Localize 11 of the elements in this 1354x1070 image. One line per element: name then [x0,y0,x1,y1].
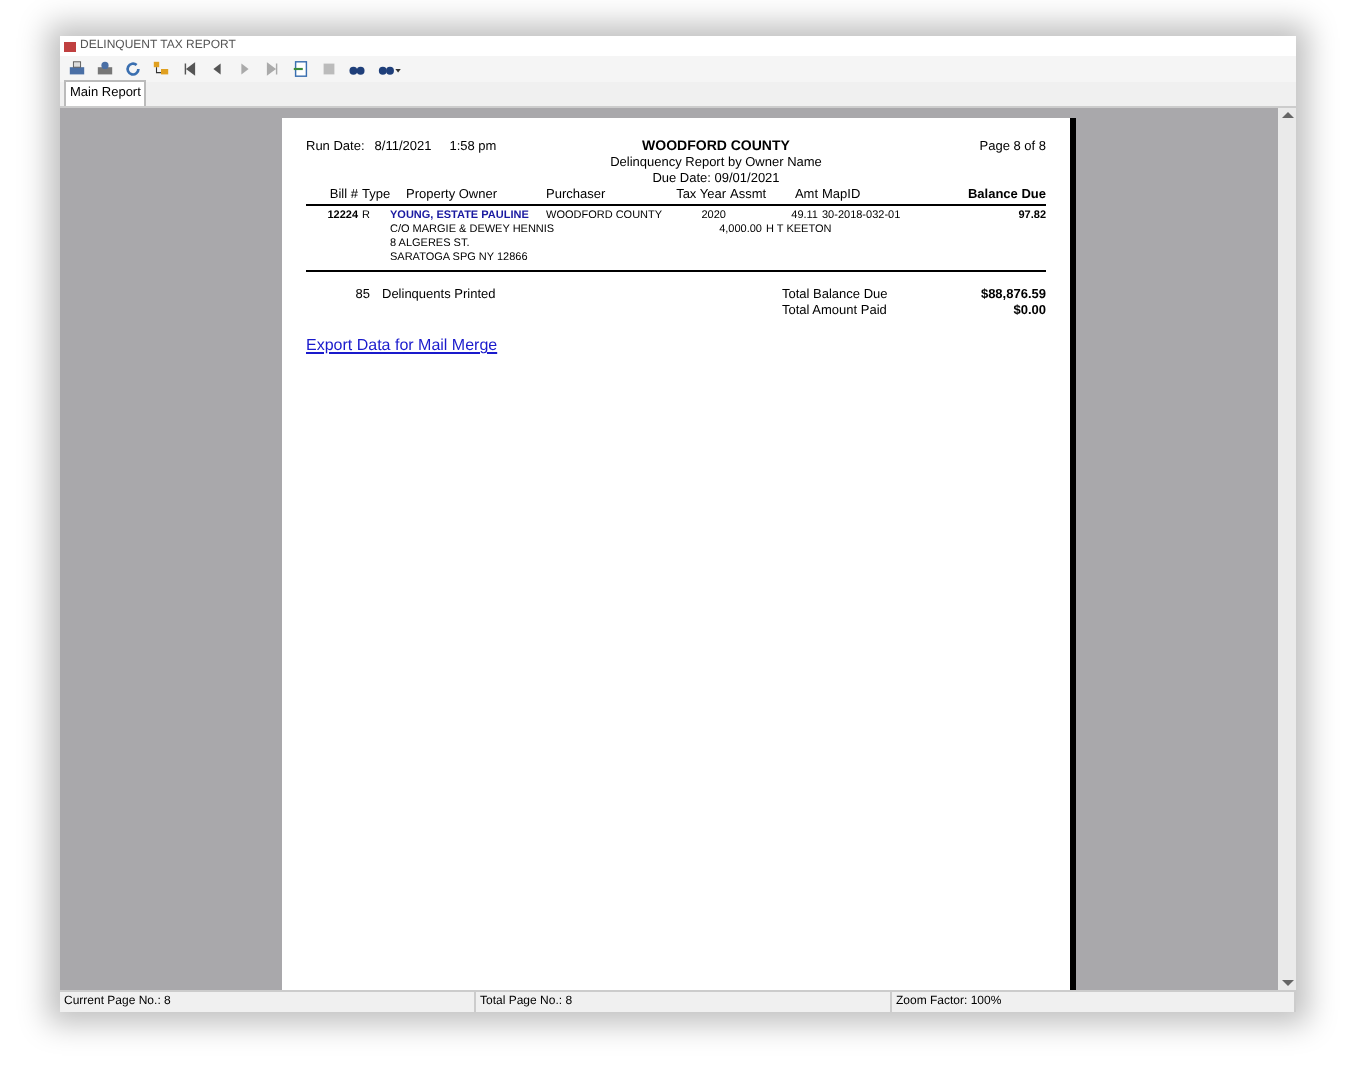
scroll-down-icon[interactable] [1281,980,1293,986]
printer-setup-icon[interactable] [96,60,114,78]
export-link[interactable]: Export Data for Mail Merge [306,336,498,356]
tree-icon[interactable] [152,60,170,78]
scroll-up-icon[interactable] [1281,112,1293,118]
previous-page-icon[interactable] [208,60,226,78]
app-icon [64,41,76,51]
go-to-page-icon[interactable] [292,60,310,78]
printer-icon[interactable] [68,60,86,78]
first-page-icon[interactable] [180,60,198,78]
refresh-icon[interactable] [124,60,142,78]
